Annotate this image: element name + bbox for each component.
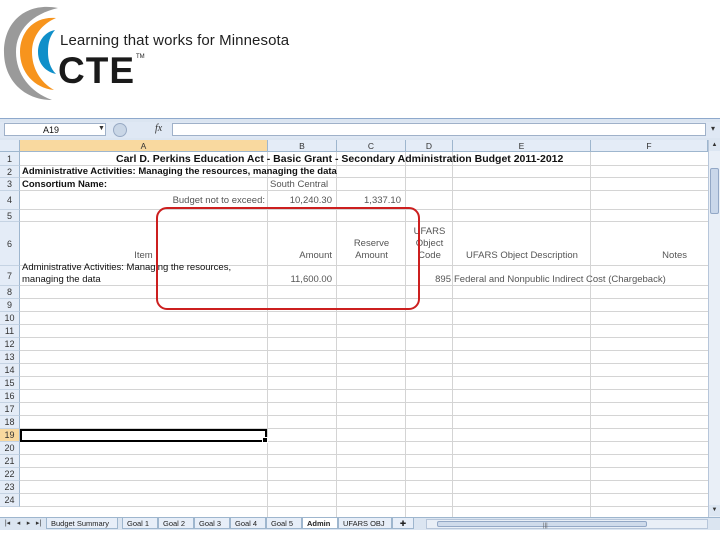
gridline xyxy=(20,493,708,494)
budget-amount[interactable]: 10,240.30 xyxy=(268,195,332,207)
formula-cancel-icon[interactable] xyxy=(113,123,127,137)
column-header-c[interactable]: C xyxy=(337,140,406,152)
cte-logo-text: CTE xyxy=(58,50,135,91)
gridline xyxy=(20,506,708,507)
row-header[interactable]: 12 xyxy=(0,338,20,351)
row-header[interactable]: 5 xyxy=(0,210,20,222)
tagline: Learning that works for Minnesota xyxy=(60,32,290,49)
consortium-label[interactable]: Consortium Name: xyxy=(22,179,107,191)
gridline xyxy=(20,350,708,351)
gridline xyxy=(590,152,591,517)
gridline xyxy=(20,415,708,416)
header-notes[interactable]: Notes xyxy=(591,250,687,262)
gridline xyxy=(20,389,708,390)
row-header[interactable]: 14 xyxy=(0,364,20,377)
horizontal-scrollbar[interactable]: ||| xyxy=(426,519,708,529)
tab-goal-3[interactable]: Goal 3 xyxy=(194,518,230,529)
next-sheet-icon[interactable]: ▸ xyxy=(24,518,33,529)
tab-goal-4[interactable]: Goal 4 xyxy=(230,518,266,529)
insert-function-button[interactable]: fx xyxy=(155,123,162,134)
first-sheet-icon[interactable]: |◂ xyxy=(3,518,12,529)
gridline xyxy=(452,152,453,517)
sheet-title[interactable]: Carl D. Perkins Education Act - Basic Gr… xyxy=(116,153,563,165)
row-header[interactable]: 21 xyxy=(0,455,20,468)
insert-sheet-icon[interactable]: ✚ xyxy=(392,518,414,529)
formula-expand-icon[interactable]: ▾ xyxy=(708,124,718,136)
tab-goal-1[interactable]: Goal 1 xyxy=(122,518,158,529)
row-header[interactable]: 9 xyxy=(0,299,20,312)
scroll-grip-icon: ||| xyxy=(543,523,548,529)
sheet-tab-bar: |◂ ◂ ▸ ▸| Budget Summary Goal 1 Goal 2 G… xyxy=(0,517,720,530)
row-header[interactable]: 22 xyxy=(0,468,20,481)
row-header[interactable]: 24 xyxy=(0,494,20,507)
last-sheet-icon[interactable]: ▸| xyxy=(34,518,43,529)
select-all-corner[interactable] xyxy=(0,140,20,152)
gridline xyxy=(20,363,708,364)
gridline xyxy=(20,324,708,325)
red-highlight-annotation xyxy=(156,207,420,310)
row-header[interactable]: 16 xyxy=(0,390,20,403)
formula-bar: A19 ▼ fx ▾ xyxy=(0,122,720,138)
horizontal-scroll-thumb[interactable]: ||| xyxy=(437,521,647,529)
active-cell-selection[interactable] xyxy=(20,429,268,443)
tab-admin[interactable]: Admin xyxy=(302,518,338,529)
gridline xyxy=(20,402,708,403)
tab-goal-2[interactable]: Goal 2 xyxy=(158,518,194,529)
row-header[interactable]: 6 xyxy=(0,222,20,266)
name-box-dropdown-icon[interactable]: ▼ xyxy=(98,125,105,132)
row-header[interactable]: 2 xyxy=(0,166,20,178)
sheet-subtitle[interactable]: Administrative Activities: Managing the … xyxy=(22,166,337,178)
row-header[interactable]: 3 xyxy=(0,178,20,191)
trademark-mark: TM xyxy=(136,54,145,60)
prev-sheet-icon[interactable]: ◂ xyxy=(14,518,23,529)
column-header-f[interactable]: F xyxy=(591,140,708,152)
scroll-up-icon[interactable]: ▲ xyxy=(709,140,720,151)
row-header[interactable]: 10 xyxy=(0,312,20,325)
consortium-value[interactable]: South Central xyxy=(270,179,328,191)
tab-budget-summary[interactable]: Budget Summary xyxy=(46,518,118,529)
gridline xyxy=(20,190,708,191)
row-header[interactable]: 23 xyxy=(0,481,20,494)
cte-swoosh-logo-icon xyxy=(4,6,58,101)
row-header-selected[interactable]: 19 xyxy=(0,429,20,442)
row-header[interactable]: 8 xyxy=(0,286,20,299)
formula-input[interactable] xyxy=(172,123,706,136)
column-header-e[interactable]: E xyxy=(453,140,591,152)
budget-label[interactable]: Budget not to exceed: xyxy=(150,195,265,207)
item-line2[interactable]: managing the data xyxy=(22,274,101,286)
column-header-a[interactable]: A xyxy=(20,140,268,152)
row-header[interactable]: 7 xyxy=(0,266,20,286)
gridline xyxy=(20,337,708,338)
vertical-scrollbar[interactable]: ▲ ▼ xyxy=(708,140,720,517)
header-ufars-description[interactable]: UFARS Object Description xyxy=(453,250,591,262)
tab-goal-5[interactable]: Goal 5 xyxy=(266,518,302,529)
formula-controls: fx xyxy=(113,123,169,137)
row-header[interactable]: 17 xyxy=(0,403,20,416)
reserve-amount[interactable]: 1,337.10 xyxy=(337,195,401,207)
row-header[interactable]: 13 xyxy=(0,351,20,364)
row-header[interactable]: 1 xyxy=(0,152,20,166)
gridline xyxy=(20,376,708,377)
worksheet-grid[interactable]: A B C D E F 1 2 3 4 5 6 7 8 9 10 11 12 1… xyxy=(0,140,708,517)
fill-handle[interactable] xyxy=(262,437,268,443)
row-header[interactable]: 4 xyxy=(0,191,20,210)
row-header[interactable]: 18 xyxy=(0,416,20,429)
column-header-d[interactable]: D xyxy=(406,140,453,152)
item-ufars-description[interactable]: Federal and Nonpublic Indirect Cost (Cha… xyxy=(454,274,666,286)
branding-header: Learning that works for Minnesota CTE TM xyxy=(0,0,720,118)
spreadsheet-window: A19 ▼ fx ▾ A B C D E F 1 2 3 4 5 6 7 8 9… xyxy=(0,118,720,530)
row-header[interactable]: 20 xyxy=(0,442,20,455)
scroll-down-icon[interactable]: ▼ xyxy=(709,505,720,516)
row-header[interactable]: 15 xyxy=(0,377,20,390)
tab-ufars-obj[interactable]: UFARS OBJ xyxy=(338,518,392,529)
gridline xyxy=(20,467,708,468)
gridline xyxy=(20,480,708,481)
row-header[interactable]: 11 xyxy=(0,325,20,338)
column-header-b[interactable]: B xyxy=(268,140,337,152)
gridline xyxy=(20,311,708,312)
vertical-scroll-thumb[interactable] xyxy=(710,168,719,214)
gridline xyxy=(20,454,708,455)
name-box[interactable]: A19 xyxy=(4,123,106,136)
